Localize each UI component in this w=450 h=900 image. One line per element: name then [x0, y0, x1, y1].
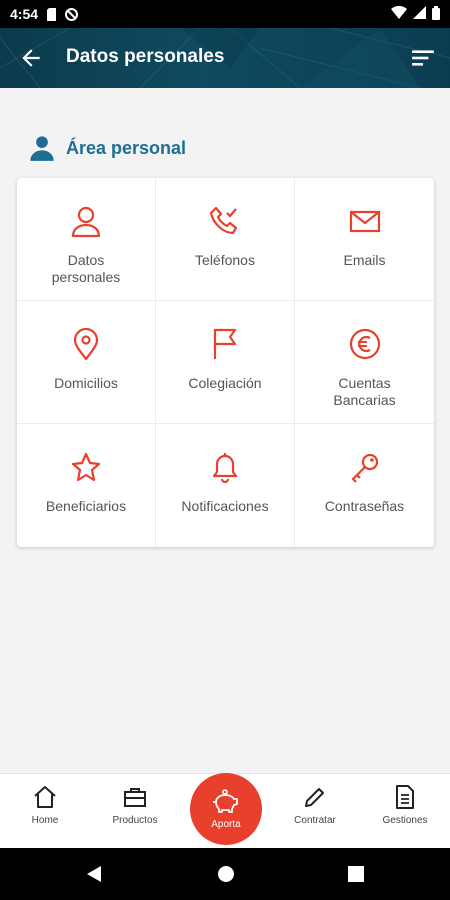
home-icon — [34, 786, 56, 808]
nav-label: Aporta — [211, 818, 241, 830]
sort-menu-icon[interactable] — [410, 45, 436, 71]
flag-icon — [213, 328, 237, 359]
envelope-icon — [349, 210, 380, 233]
system-recents-icon[interactable] — [346, 864, 366, 884]
back-arrow-icon[interactable] — [18, 45, 44, 71]
tile-datos-personales[interactable]: Datos personales — [17, 178, 156, 301]
nav-contratar[interactable]: Contratar — [275, 784, 355, 826]
piggy-bank-icon — [213, 788, 238, 813]
tile-label: Cuentas Bancarias — [333, 375, 396, 408]
nav-home[interactable]: Home — [5, 784, 85, 826]
signal-icon — [413, 6, 426, 22]
tile-label: Teléfonos — [195, 252, 255, 268]
section-title: Área personal — [66, 137, 187, 158]
phone-icon — [209, 206, 238, 235]
wifi-icon — [391, 5, 407, 22]
section-heading: Área personal — [28, 134, 186, 162]
sd-card-icon — [46, 7, 59, 21]
key-icon — [351, 453, 378, 483]
nav-label: Contratar — [294, 815, 336, 826]
tile-notificaciones[interactable]: Notificaciones — [156, 424, 295, 547]
tile-label: Datos personales — [51, 252, 121, 285]
page-title: Datos personales — [66, 46, 225, 67]
document-icon — [396, 785, 414, 809]
tile-colegiacion[interactable]: Colegiación — [156, 301, 295, 424]
app-bar: Datos personales — [0, 28, 450, 88]
tile-domicilios[interactable]: Domicilios — [17, 301, 156, 424]
system-navigation-bar — [0, 848, 450, 900]
personal-area-grid: Datos personales Teléfonos Emails Domici… — [17, 178, 434, 547]
tile-label: Emails — [343, 252, 386, 268]
bottom-navigation: Home Productos Aporta Contratar Gestione… — [0, 773, 450, 848]
nav-label: Home — [31, 815, 59, 826]
euro-icon — [349, 328, 380, 360]
location-pin-icon — [73, 327, 99, 361]
tile-beneficiarios[interactable]: Beneficiarios — [17, 424, 156, 547]
tile-emails[interactable]: Emails — [295, 178, 434, 301]
tile-cuentas-bancarias[interactable]: Cuentas Bancarias — [295, 301, 434, 424]
battery-icon — [432, 5, 440, 23]
nav-label: Productos — [112, 815, 158, 826]
bell-icon — [212, 453, 238, 484]
person-icon — [30, 136, 54, 161]
nav-label: Gestiones — [382, 815, 428, 826]
nav-productos[interactable]: Productos — [95, 784, 175, 826]
tile-label: Contraseñas — [324, 498, 405, 514]
briefcase-icon — [124, 788, 146, 807]
tile-telefonos[interactable]: Teléfonos — [156, 178, 295, 301]
tile-label: Colegiación — [188, 375, 262, 391]
status-time: 4:54 — [10, 6, 39, 22]
system-back-icon[interactable] — [84, 864, 104, 884]
no-disturb-icon — [65, 7, 79, 21]
pencil-icon — [305, 788, 324, 807]
tile-contrasenas[interactable]: Contraseñas — [295, 424, 434, 547]
tile-label: Notificaciones — [181, 498, 269, 514]
star-icon — [71, 452, 101, 482]
status-bar: 4:54 — [0, 0, 450, 28]
aporta-button[interactable]: Aporta — [190, 773, 262, 845]
nav-gestiones[interactable]: Gestiones — [365, 784, 445, 826]
tile-label: Beneficiarios — [45, 498, 127, 514]
system-home-icon[interactable] — [216, 864, 236, 884]
tile-label: Domicilios — [54, 375, 118, 391]
user-icon — [71, 206, 101, 238]
